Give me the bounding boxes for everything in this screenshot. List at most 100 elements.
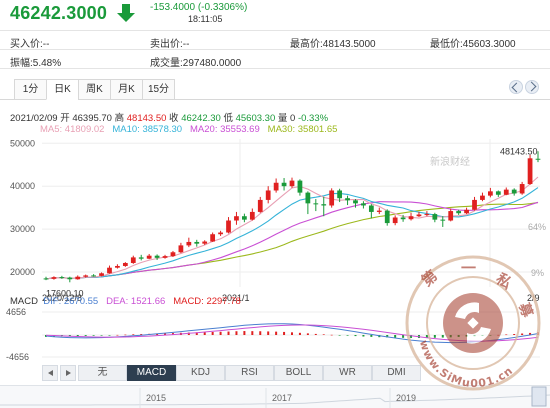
macd-tick-label: -4656 [6,352,29,362]
candle-body [115,265,120,268]
tab-indicator-boll[interactable]: BOLL [274,365,323,381]
candle-body [448,211,454,221]
macd-bar [354,335,357,337]
candle-body [313,203,319,205]
y-tick-label: 30000 [10,224,35,234]
macd-legend: MACD DIF: 2670.55 DEA: 1521.66 MACD: 229… [10,296,241,307]
candle-body [59,277,65,279]
candle-body [234,216,239,221]
tab-indicator-kdj[interactable]: KDJ [176,365,225,381]
candle-body [107,267,112,274]
macd-bar [306,333,309,335]
ohlc-info: 2021/02/09 开 46395.70 高 48143.50 收 46242… [10,110,328,124]
candle-body [91,275,96,277]
candle-body [75,276,81,280]
macd-bar [370,335,373,337]
tab-indicator-wr[interactable]: WR [323,365,372,381]
macd-bar [211,331,214,335]
tab-indicator-rsi[interactable]: RSI [225,365,274,381]
ma5-legend: MA5: 41809.02 [40,124,105,135]
candle-body [353,200,358,204]
macd-bar [132,334,135,335]
overview-year-label: 2017 [272,393,292,403]
candle-body [249,211,255,220]
tab-indicator-none[interactable]: 无 [78,365,127,381]
macd-title: MACD [10,296,38,307]
candle-body [257,199,263,212]
candle-body [178,245,184,253]
candle-body [424,214,430,216]
candle-body [480,195,485,200]
candle-body [67,277,73,280]
y-tick-label: 50000 [10,138,35,148]
scroll-left-icon[interactable] [42,365,58,381]
sell-price: 卖出价:-- [150,39,190,50]
candle-body [122,262,128,266]
tab-daily-k[interactable]: 日K [46,79,79,100]
volume: 成交量:297480.0000 [150,58,242,69]
macd-bar [338,335,341,336]
candle-body [305,192,311,204]
candle-body [345,198,350,201]
candle-body [384,210,390,224]
max-annotation: 48143.50 [500,146,538,156]
macd-bar [100,335,103,336]
macd-bar [76,335,79,337]
macd-bar [259,331,262,335]
svg-text:第: 第 [418,267,441,290]
tab-weekly-k[interactable]: 周K [78,79,111,100]
macd-bar [108,335,111,336]
macd-bar [346,335,349,336]
high-label: 高 [114,113,125,124]
chevron-right-icon[interactable] [525,80,539,94]
quote-row: 振幅:5.48% 成交量:297480.0000 [0,50,550,69]
buy-price: 买入价:-- [10,39,50,50]
macd-bar [124,334,127,336]
candle-body [194,241,200,244]
candle-body [488,191,493,196]
candle-body [416,214,422,217]
candle-body [154,255,160,258]
candle-body [281,182,287,187]
quote-row: 买入价:-- 卖出价:-- 最高价:48143.5000 最低价:45603.3… [0,31,550,50]
macd-bar [267,331,270,335]
candle-body [202,241,208,244]
ma-legend: MA5: 41809.02 MA10: 38578.30 MA20: 35553… [40,124,337,135]
low-value: 45603.30 [235,113,276,124]
candle-body [297,180,303,193]
quote-header: 46242.3000 -153.4000 (-0.3306%) 18:11:05 [0,0,550,28]
overview-year-label: 2019 [396,393,416,403]
chevron-left-icon[interactable] [509,80,523,94]
macd-bar [394,335,397,338]
candle-body [535,158,541,160]
candle-body [432,214,438,220]
candle-body [130,257,136,263]
tab-indicator-macd[interactable]: MACD [127,365,176,381]
candle-body [464,209,469,214]
candle-body [226,220,231,233]
ma10-legend: MA10: 38578.30 [112,124,183,135]
candle-body [408,216,414,220]
close-label: 收 [169,113,179,124]
chart-watermark: 新浪财经 [430,155,470,168]
quote-table: 买入价:-- 卖出价:-- 最高价:48143.5000 最低价:45603.3… [0,30,550,69]
candle-body [511,189,517,194]
vol-value: 0 [290,113,296,124]
candle-body [519,184,525,194]
macd-bar [243,331,246,335]
candle-body [210,234,216,242]
candle-body [361,203,366,206]
open-label: 开 [60,113,70,124]
high-price: 最高价:48143.5000 [290,39,376,50]
candle-body [368,205,374,212]
tab-monthly-k[interactable]: 月K [110,79,143,100]
tab-15min[interactable]: 15分 [142,79,175,100]
candle-body [51,277,57,279]
ma20-legend: MA20: 35553.69 [190,124,260,135]
quote-time: 18:11:05 [188,14,223,24]
tab-1min[interactable]: 1分 [14,79,47,100]
macd-bar [291,332,293,335]
scroll-right-icon[interactable] [60,365,76,381]
candle-body [376,210,382,212]
candle-body [527,158,533,185]
